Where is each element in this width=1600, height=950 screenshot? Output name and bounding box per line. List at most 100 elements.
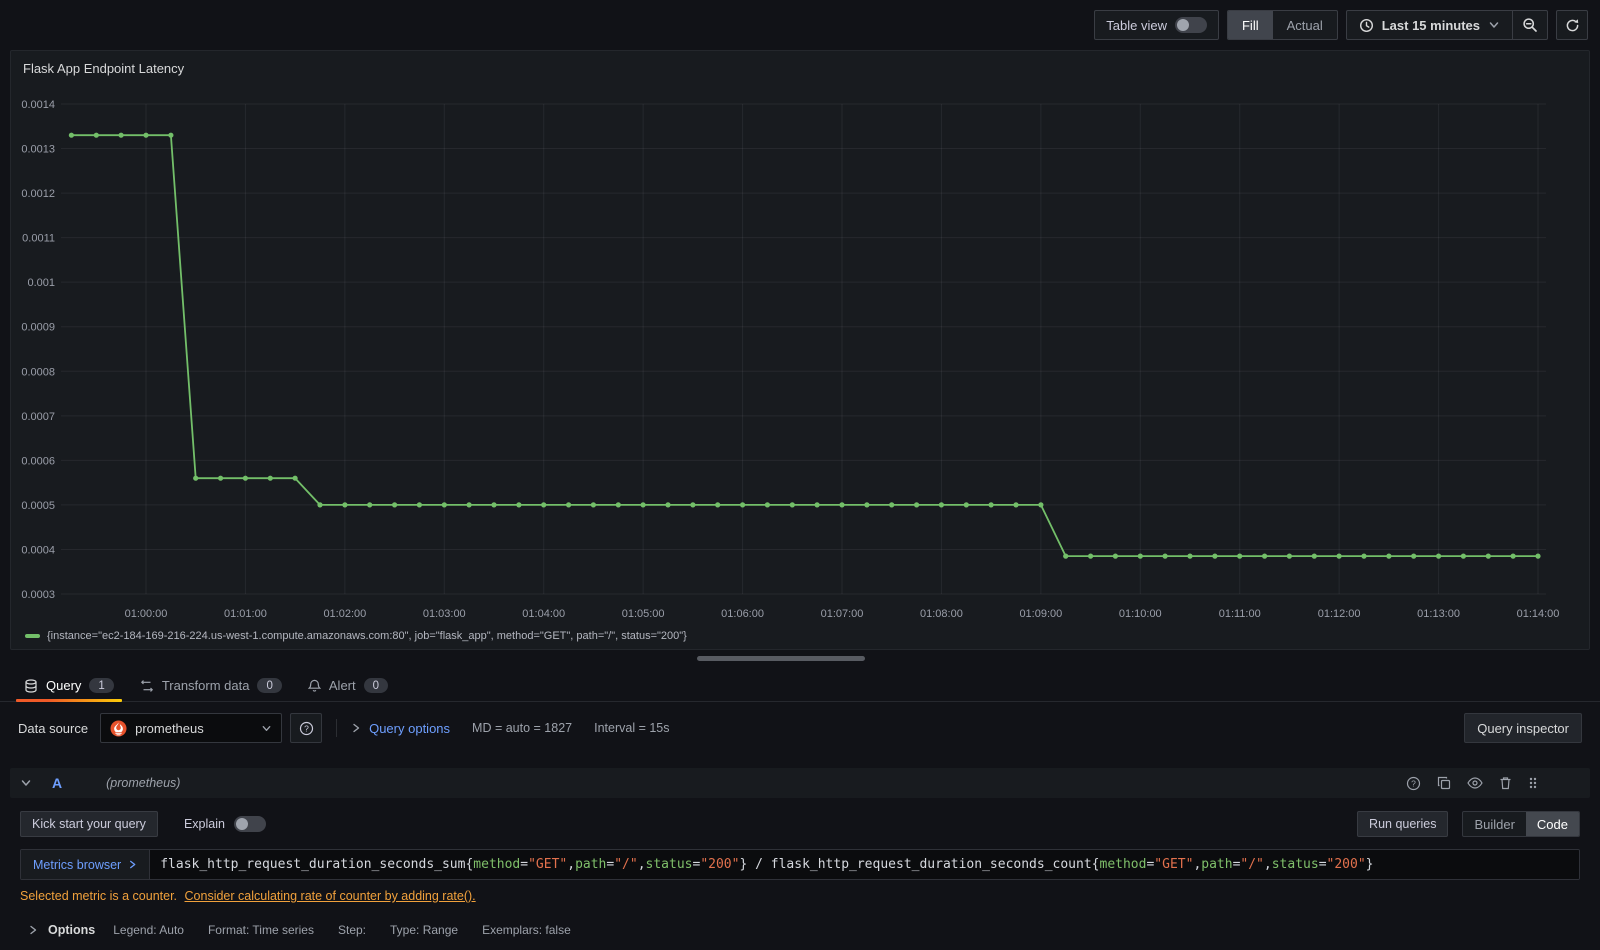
tab-transform-count: 0 [257, 678, 282, 693]
zoom-out-button[interactable] [1512, 11, 1547, 39]
builder-button[interactable]: Builder [1463, 812, 1525, 836]
svg-text:01:06:00: 01:06:00 [721, 608, 764, 620]
chevron-right-icon [28, 925, 38, 935]
query-datasource-hint: (prometheus) [106, 776, 181, 790]
svg-text:0.0012: 0.0012 [21, 188, 55, 200]
metrics-browser-button[interactable]: Metrics browser [21, 850, 151, 879]
database-icon [24, 678, 38, 693]
svg-text:0.0003: 0.0003 [21, 589, 55, 601]
copy-icon[interactable] [1437, 776, 1451, 790]
actual-button[interactable]: Actual [1273, 11, 1337, 39]
help-circle-icon: ? [299, 721, 314, 736]
datasource-value: prometheus [135, 720, 204, 736]
help-circle-icon[interactable]: ? [1406, 776, 1421, 791]
warning-rate-link[interactable]: Consider calculating rate of counter by … [185, 889, 476, 903]
datasource-row: Data source prometheus ? Query options M… [18, 712, 1582, 744]
promql-query-input[interactable]: flask_http_request_duration_seconds_sum{… [150, 850, 1579, 879]
tab-alert-count: 0 [363, 678, 389, 693]
chevron-right-icon [128, 860, 137, 869]
svg-text:0.0005: 0.0005 [21, 500, 55, 512]
option-step: Step: [337, 923, 367, 937]
divider [336, 719, 338, 737]
promql-editor-row: Metrics browser flask_http_request_durat… [20, 849, 1580, 880]
svg-text:01:14:00: 01:14:00 [1517, 608, 1560, 620]
eye-icon[interactable] [1467, 777, 1483, 789]
svg-text:0.0007: 0.0007 [21, 411, 55, 423]
transform-icon [140, 679, 154, 693]
tab-transform-label: Transform data [161, 678, 250, 693]
query-options-section[interactable]: Options Legend: Auto Format: Time series… [20, 916, 1580, 944]
explain-toggle-group: Explain [184, 816, 266, 832]
tab-alert-label: Alert [328, 678, 356, 693]
svg-text:0.0009: 0.0009 [21, 322, 55, 334]
legend-item[interactable]: {instance="ec2-184-169-216-224.us-west-1… [25, 630, 687, 642]
svg-text:0.0004: 0.0004 [21, 544, 55, 556]
code-button[interactable]: Code [1525, 812, 1579, 836]
time-range-label: Last 15 minutes [1381, 17, 1480, 33]
query-editor-toolbar: Kick start your query Explain Run querie… [10, 811, 1590, 837]
svg-text:01:02:00: 01:02:00 [323, 608, 366, 620]
svg-text:01:00:00: 01:00:00 [125, 608, 168, 620]
editor-tabbar: Query 1 Transform data 0 Alert 0 [0, 670, 1600, 702]
fill-button[interactable]: Fill [1227, 11, 1273, 39]
svg-text:?: ? [304, 723, 309, 733]
svg-text:01:07:00: 01:07:00 [821, 608, 864, 620]
panel-editor-toolbar: Table view Fill Actual Last 15 minutes [1094, 10, 1588, 40]
metrics-browser-label: Metrics browser [33, 857, 122, 872]
option-format: Format: Time series [207, 923, 314, 937]
tab-query[interactable]: Query 1 [14, 670, 124, 702]
panel-resize-handle[interactable] [697, 656, 865, 661]
trash-icon[interactable] [1499, 776, 1512, 790]
table-view-toggle-group: Table view [1094, 10, 1219, 40]
zoom-out-icon [1522, 17, 1538, 33]
tab-query-count: 1 [89, 678, 114, 693]
time-picker-group: Last 15 minutes [1345, 10, 1548, 40]
svg-text:0.0014: 0.0014 [21, 99, 55, 111]
tab-transform-data[interactable]: Transform data 0 [130, 670, 292, 701]
time-range-picker[interactable]: Last 15 minutes [1347, 11, 1512, 39]
query-row-header[interactable]: A (prometheus) ? [10, 768, 1590, 798]
svg-text:01:09:00: 01:09:00 [1019, 608, 1062, 620]
svg-text:01:03:00: 01:03:00 [423, 608, 466, 620]
kick-start-query-button[interactable]: Kick start your query [20, 811, 158, 837]
timeseries-panel: Flask App Endpoint Latency 0.0014 0.0013 0… [10, 50, 1590, 650]
svg-text:01:12:00: 01:12:00 [1318, 608, 1361, 620]
tab-query-label: Query [46, 678, 82, 693]
refresh-icon [1565, 18, 1580, 33]
tab-alert[interactable]: Alert 0 [298, 670, 398, 701]
latency-chart[interactable]: 0.0014 0.0013 0.0012 0.0011 0.001 0.0009 0.000… [11, 89, 1591, 634]
fill-actual-segmented: Fill Actual [1226, 10, 1338, 40]
svg-text:0.0011: 0.0011 [22, 233, 55, 245]
legend-series-label: {instance="ec2-184-169-216-224.us-west-1… [47, 630, 687, 642]
svg-text:01:11:00: 01:11:00 [1219, 608, 1261, 620]
query-options-toggle[interactable]: Query options [351, 721, 450, 736]
refresh-button[interactable] [1556, 10, 1588, 40]
chevron-down-icon [1488, 19, 1500, 31]
svg-text:0.0006: 0.0006 [21, 455, 55, 467]
run-queries-button[interactable]: Run queries [1357, 811, 1449, 837]
builder-code-segmented: Builder Code [1462, 811, 1580, 837]
grip-icon[interactable] [1528, 776, 1538, 790]
max-data-points-value: MD = auto = 1827 [472, 721, 573, 735]
svg-text:01:13:00: 01:13:00 [1417, 608, 1460, 620]
chevron-down-icon [261, 723, 272, 734]
warning-text: Selected metric is a counter. [20, 889, 178, 903]
table-view-toggle[interactable] [1174, 17, 1207, 33]
option-exemplars: Exemplars: false [482, 923, 571, 937]
svg-text:0.0013: 0.0013 [21, 144, 55, 156]
datasource-help-button[interactable]: ? [290, 713, 323, 743]
svg-text:01:04:00: 01:04:00 [522, 608, 565, 620]
svg-text:01:08:00: 01:08:00 [920, 608, 963, 620]
options-label: Options [48, 923, 96, 937]
explain-label: Explain [183, 817, 225, 831]
explain-toggle[interactable] [233, 816, 266, 832]
svg-text:0.001: 0.001 [27, 277, 55, 289]
panel-title[interactable]: Flask App Endpoint Latency [23, 61, 184, 76]
query-row-actions: ? [1406, 776, 1578, 791]
query-inspector-button[interactable]: Query inspector [1464, 713, 1582, 743]
collapse-chevron-icon[interactable] [20, 777, 32, 789]
option-legend: Legend: Auto [113, 923, 184, 937]
datasource-select[interactable]: prometheus [100, 713, 283, 743]
bell-icon [307, 679, 321, 693]
chevron-right-icon [351, 723, 361, 733]
